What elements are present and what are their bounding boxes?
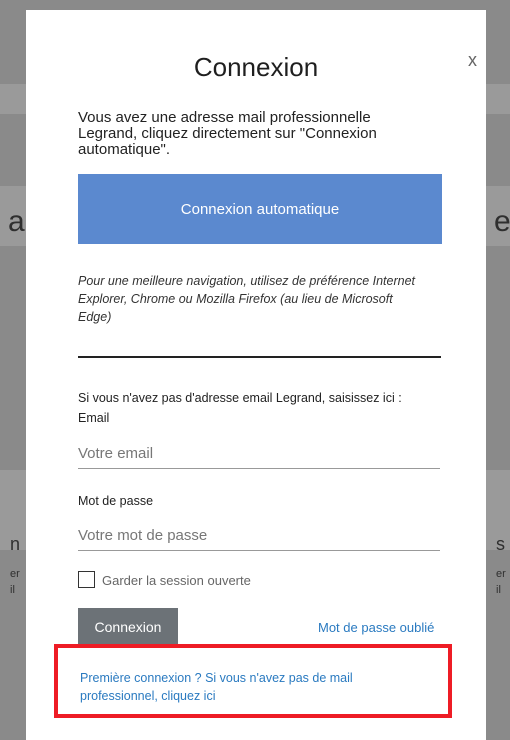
background-text-fragment: n: [10, 534, 21, 554]
no-email-instructions: Si vous n'avez pas d'adresse email Legra…: [78, 391, 402, 405]
auto-login-button[interactable]: Connexion automatique: [78, 174, 442, 244]
first-login-link[interactable]: Première connexion ? Si vous n'avez pas …: [80, 669, 400, 705]
forgot-password-link[interactable]: Mot de passe oublié: [318, 620, 434, 635]
password-label: Mot de passe: [78, 494, 154, 508]
background-text-fragment: er: [496, 568, 506, 580]
login-button[interactable]: Connexion: [78, 608, 178, 646]
email-field[interactable]: [78, 438, 440, 469]
email-label: Email: [78, 411, 110, 425]
login-modal: Connexion x Vous avez une adresse mail p…: [26, 10, 486, 740]
keep-session-checkbox[interactable]: [78, 571, 95, 588]
background-text-fragment: il: [10, 584, 15, 596]
modal-title: Connexion: [193, 52, 319, 82]
section-divider: [78, 356, 441, 358]
background-text-fragment: e: [494, 205, 510, 238]
password-field[interactable]: [78, 520, 440, 551]
browser-recommendation-note: Pour une meilleure navigation, utilisez …: [78, 274, 416, 324]
background-text-fragment: a: [8, 205, 25, 238]
close-icon[interactable]: x: [468, 50, 477, 71]
keep-session-label[interactable]: Garder la session ouverte: [102, 573, 251, 588]
background-text-fragment: il: [496, 584, 501, 596]
intro-text: Vous avez une adresse mail professionnel…: [78, 109, 377, 158]
background-text-fragment: s: [496, 534, 505, 554]
background-text-fragment: er: [10, 568, 20, 580]
